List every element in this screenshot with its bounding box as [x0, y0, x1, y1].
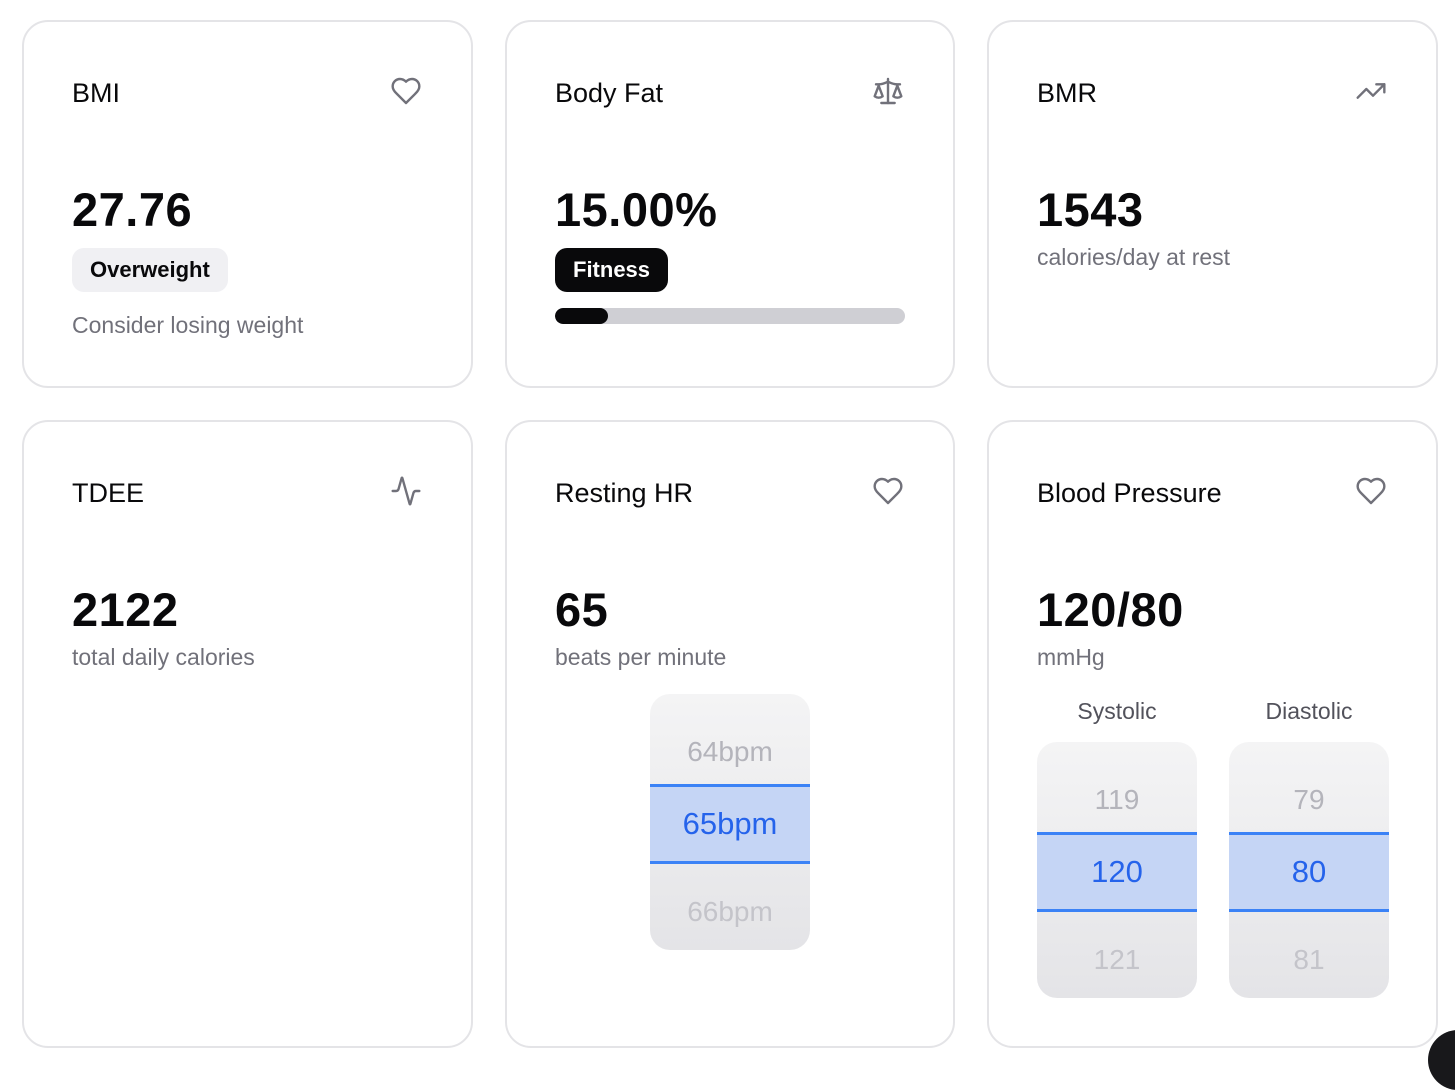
scale-icon	[871, 74, 905, 108]
blood-pressure-card: Blood Pressure 120/80 mmHg Systolic Dias…	[987, 420, 1438, 1048]
bmi-value: 27.76	[72, 183, 193, 236]
card-title: Blood Pressure	[1037, 478, 1222, 508]
activity-icon	[389, 474, 423, 508]
diastolic-picker[interactable]: 79 80 81	[1229, 742, 1389, 998]
blood-pressure-value: 120/80	[1037, 583, 1184, 636]
heart-icon	[871, 474, 905, 508]
heart-rate-picker[interactable]: 64bpm 65bpm 66bpm	[650, 694, 810, 950]
picker-option[interactable]: 121	[1037, 920, 1197, 998]
picker-option[interactable]: 79	[1229, 760, 1389, 840]
bmr-subtitle: calories/day at rest	[1037, 244, 1231, 270]
picker-selected-option[interactable]: 65bpm	[650, 784, 810, 864]
bmi-card: BMI 27.76 Overweight Consider losing wei…	[22, 20, 473, 388]
resting-hr-subtitle: beats per minute	[555, 644, 727, 670]
systolic-label: Systolic	[1077, 698, 1157, 724]
picker-selected-option[interactable]: 80	[1229, 832, 1389, 912]
bmi-category-badge: Overweight	[72, 248, 228, 292]
picker-option[interactable]: 119	[1037, 760, 1197, 840]
card-title: Resting HR	[555, 478, 694, 508]
bmr-value: 1543	[1037, 183, 1144, 236]
heart-icon	[389, 74, 423, 108]
resting-hr-card: Resting HR 65 beats per minute 64bpm 65b…	[505, 420, 955, 1048]
tdee-subtitle: total daily calories	[72, 644, 255, 670]
card-title: BMR	[1037, 78, 1097, 108]
tdee-value: 2122	[72, 583, 179, 636]
body-fat-progress-bar	[555, 308, 905, 324]
card-title: Body Fat	[555, 78, 664, 108]
body-fat-progress-fill	[555, 308, 608, 324]
trending-up-icon	[1354, 74, 1388, 108]
tdee-card: TDEE 2122 total daily calories	[22, 420, 473, 1048]
heart-icon	[1354, 474, 1388, 508]
picker-option[interactable]: 66bpm	[650, 872, 810, 950]
card-title: TDEE	[72, 478, 145, 508]
card-title: BMI	[72, 78, 121, 108]
bmi-hint: Consider losing weight	[72, 312, 304, 338]
picker-option[interactable]: 64bpm	[650, 712, 810, 792]
blood-pressure-unit: mmHg	[1037, 644, 1105, 670]
floating-action-button[interactable]	[1428, 1030, 1455, 1090]
body-fat-value: 15.00%	[555, 183, 718, 236]
picker-selected-option[interactable]: 120	[1037, 832, 1197, 912]
bmr-card: BMR 1543 calories/day at rest	[987, 20, 1438, 388]
body-fat-card: Body Fat 15.00% Fitness	[505, 20, 955, 388]
systolic-picker[interactable]: 119 120 121	[1037, 742, 1197, 998]
diastolic-label: Diastolic	[1265, 698, 1353, 724]
resting-hr-value: 65	[555, 583, 609, 636]
body-fat-category-badge: Fitness	[555, 248, 669, 292]
picker-option[interactable]: 81	[1229, 920, 1389, 998]
